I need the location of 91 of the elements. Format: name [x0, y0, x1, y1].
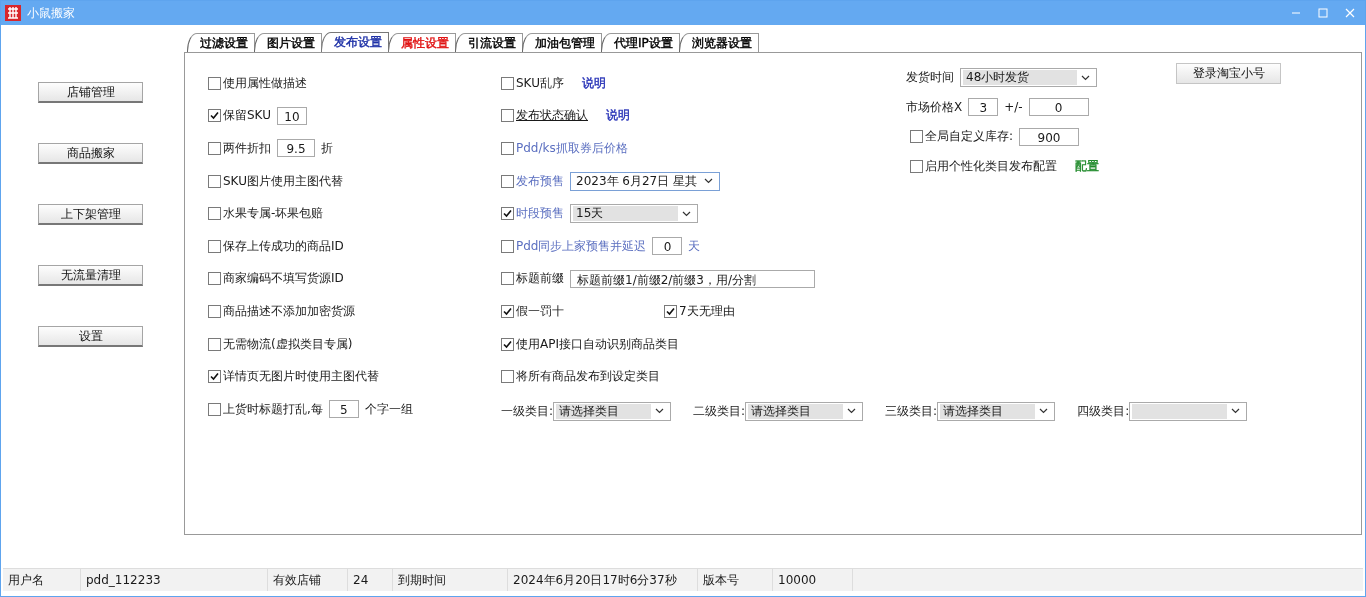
- dropdown[interactable]: 48小时发货: [960, 68, 1097, 88]
- caret-icon: [1081, 74, 1090, 81]
- tab[interactable]: 引流设置: [455, 33, 523, 52]
- input-field[interactable]: 5: [328, 400, 359, 419]
- checkbox[interactable]: 水果专属-坏果包赔: [208, 205, 324, 223]
- sidebar-button[interactable]: 上下架管理: [38, 204, 143, 225]
- checkbox[interactable]: 上货时标题打乱,每: [208, 400, 323, 418]
- checkbox[interactable]: 全局自定义库存:: [910, 128, 1014, 146]
- checkbox[interactable]: 7天无理由: [664, 302, 735, 320]
- status-text: 用户名: [3, 569, 81, 591]
- label: 个字一组: [364, 400, 413, 418]
- sidebar-button[interactable]: 设置: [38, 326, 143, 347]
- checkmark-icon: [209, 371, 220, 383]
- label: 四级类目:: [1077, 402, 1130, 420]
- checkbox[interactable]: 保留SKU: [208, 107, 271, 125]
- checkbox[interactable]: 两件折扣: [208, 140, 271, 157]
- label: 发货时间: [906, 69, 954, 87]
- status-text: 10000: [773, 569, 853, 591]
- login-button[interactable]: 登录淘宝小号: [1176, 63, 1281, 84]
- status-text: 版本号: [698, 569, 773, 591]
- dropdown[interactable]: 15天: [570, 204, 698, 224]
- tab[interactable]: 属性设置: [388, 33, 456, 52]
- checkbox[interactable]: 假一罚十: [501, 302, 564, 320]
- label: 折: [321, 140, 333, 157]
- input-field[interactable]: 9.5: [277, 139, 315, 158]
- checkbox[interactable]: Pdd同步上家预售并延迟: [501, 237, 647, 255]
- sidebar-button[interactable]: 店铺管理: [38, 82, 143, 103]
- checkbox[interactable]: 发布预售: [501, 172, 564, 190]
- input-field[interactable]: 3: [968, 98, 999, 117]
- dropdown[interactable]: 请选择类目: [553, 401, 672, 421]
- tab[interactable]: 过滤设置: [187, 33, 255, 52]
- checkbox[interactable]: SKU乱序: [501, 74, 564, 92]
- status-text: 到期时间: [393, 569, 508, 591]
- maximize-icon[interactable]: [1318, 8, 1328, 18]
- checkbox[interactable]: Pdd/ks抓取券后价格: [501, 140, 628, 157]
- caret-icon: [847, 408, 857, 415]
- link[interactable]: 配置: [1075, 158, 1099, 176]
- checkbox[interactable]: 商品描述不添加加密货源: [208, 302, 355, 320]
- close-icon[interactable]: [1345, 8, 1355, 18]
- link[interactable]: 说明: [581, 74, 606, 92]
- checkbox[interactable]: 保存上传成功的商品ID: [208, 237, 344, 255]
- tab[interactable]: 代理IP设置: [601, 33, 680, 52]
- checkmark-icon: [502, 338, 513, 350]
- checkbox[interactable]: SKU图片使用主图代替: [208, 172, 343, 190]
- dropdown[interactable]: [1129, 401, 1248, 421]
- dropdown[interactable]: 请选择类目: [937, 401, 1056, 421]
- checkbox[interactable]: 时段预售: [501, 205, 564, 223]
- checkbox[interactable]: 详情页无图片时使用主图代替: [208, 368, 379, 386]
- label: 天: [688, 237, 701, 255]
- checkbox[interactable]: 无需物流(虚拟类目专属): [208, 335, 353, 353]
- checkmark-icon: [502, 208, 513, 220]
- checkmark-icon: [665, 305, 676, 317]
- checkmark-icon: [502, 305, 513, 317]
- checkbox[interactable]: 标题前缀: [501, 270, 564, 288]
- checkbox[interactable]: 启用个性化类目发布配置: [910, 158, 1057, 176]
- label: 二级类目:: [693, 402, 746, 420]
- label: +/-: [1004, 100, 1023, 115]
- window-title: 小鼠搬家: [27, 4, 75, 22]
- label: 三级类目:: [885, 402, 938, 420]
- caret-icon: [682, 210, 691, 217]
- checkbox[interactable]: 发布状态确认: [501, 107, 588, 125]
- label: 市场价格X: [906, 98, 963, 116]
- sidebar-button[interactable]: 无流量清理: [38, 265, 143, 286]
- tab[interactable]: 浏览器设置: [678, 33, 759, 52]
- caret-icon: [655, 408, 665, 415]
- caret-icon: [1039, 408, 1049, 415]
- tab[interactable]: 加油包管理: [522, 33, 602, 52]
- caret-icon: [704, 178, 714, 185]
- caret-icon: [1231, 408, 1241, 415]
- checkbox[interactable]: 使用属性做描述: [208, 74, 307, 92]
- input-field[interactable]: 900: [1019, 128, 1080, 146]
- tab[interactable]: 图片设置: [254, 33, 322, 52]
- app-icon: [5, 5, 21, 21]
- status-text: pdd_112233: [81, 569, 268, 591]
- status-text: 有效店铺: [268, 569, 348, 591]
- dropdown[interactable]: 2023年 6月27日 星其: [570, 171, 721, 191]
- status-text: 24: [348, 569, 393, 591]
- sidebar-button[interactable]: 商品搬家: [38, 143, 143, 164]
- checkbox[interactable]: 使用API接口自动识别商品类目: [501, 335, 679, 353]
- status-text: 2024年6月20日17时6分37秒: [508, 569, 698, 591]
- input-field[interactable]: 0: [1028, 98, 1089, 117]
- input-field[interactable]: 标题前缀1/前缀2/前缀3，用/分割: [570, 269, 815, 288]
- link[interactable]: 说明: [606, 107, 630, 125]
- tab[interactable]: 发布设置: [321, 32, 389, 52]
- input-field[interactable]: 0: [652, 237, 683, 256]
- input-field[interactable]: 10: [276, 106, 307, 125]
- checkmark-icon: [209, 110, 220, 122]
- checkbox[interactable]: 将所有商品发布到设定类目: [501, 368, 660, 386]
- dropdown[interactable]: 请选择类目: [745, 401, 864, 421]
- label: 一级类目:: [501, 402, 554, 420]
- checkbox[interactable]: 商家编码不填写货源ID: [208, 270, 344, 288]
